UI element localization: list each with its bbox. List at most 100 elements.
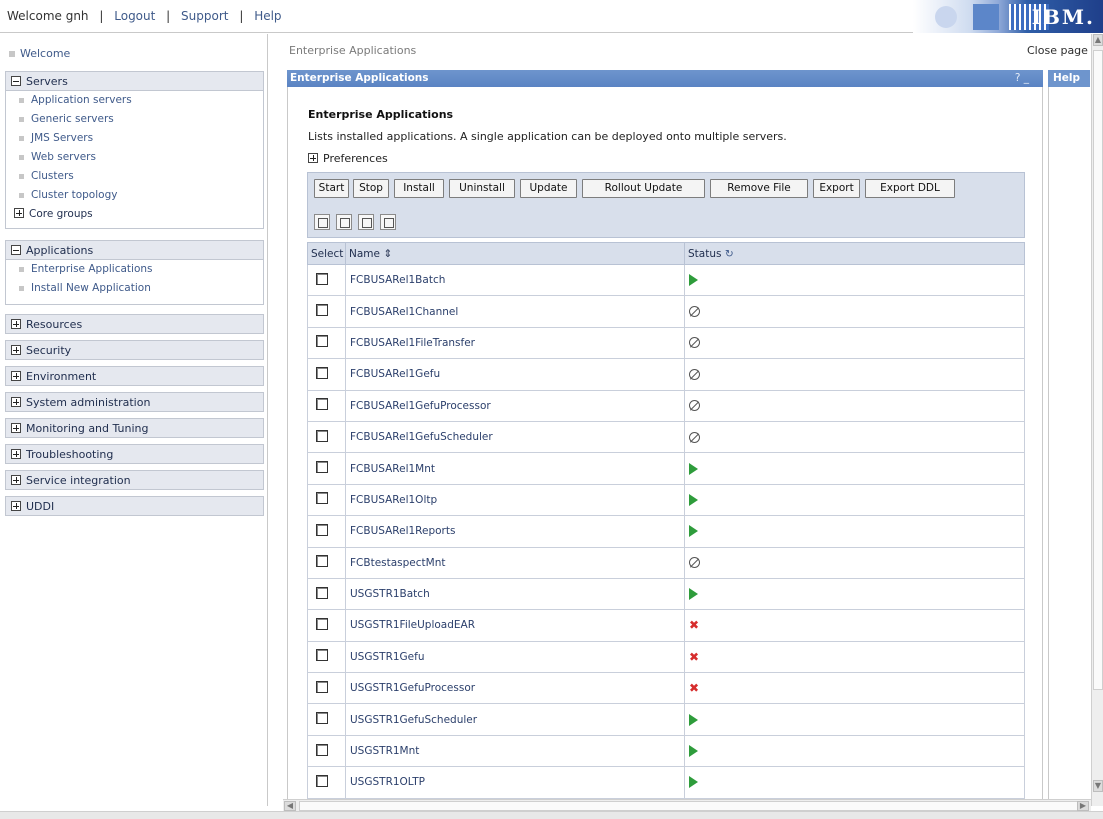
status-cell [684, 703, 1025, 736]
uninstall-button[interactable]: Uninstall [449, 179, 515, 198]
scroll-thumb[interactable] [1093, 50, 1103, 690]
nav-group-environment[interactable]: Environment [5, 366, 264, 386]
export-ddl-button[interactable]: Export DDL [865, 179, 955, 198]
row-checkbox[interactable] [316, 680, 328, 693]
application-name-link[interactable]: FCBUSARel1GefuProcessor [345, 389, 685, 422]
row-checkbox[interactable] [316, 335, 328, 348]
nav-item-clusters[interactable]: Clusters [6, 167, 263, 186]
stop-button[interactable]: Stop [353, 179, 389, 198]
nav-item-core-groups[interactable]: Core groups [6, 205, 263, 224]
row-checkbox[interactable] [316, 774, 328, 787]
name-column-header[interactable]: Name ⇕ [345, 242, 685, 265]
select-column-header: Select [307, 242, 346, 265]
table-header-row: Select Name ⇕ Status ↻ [307, 242, 1025, 265]
close-page-link[interactable]: Close page [1027, 44, 1088, 57]
application-name-link[interactable]: FCBtestaspectMnt [345, 546, 685, 579]
nav-group-security[interactable]: Security [5, 340, 264, 360]
scroll-left-icon[interactable]: ◀ [284, 801, 296, 811]
expand-icon [11, 475, 21, 485]
application-name-link[interactable]: USGSTR1FileUploadEAR [345, 609, 685, 642]
application-name-link[interactable]: FCBUSARel1FileTransfer [345, 326, 685, 360]
row-checkbox[interactable] [316, 743, 328, 756]
application-name-link[interactable]: USGSTR1OLTP [345, 766, 685, 799]
nav-group-applications[interactable]: Applications [5, 240, 264, 260]
nav-item-cluster-topology[interactable]: Cluster topology [6, 186, 263, 205]
nav-welcome[interactable]: Welcome [9, 47, 70, 60]
portlet-controls[interactable]: ? _ [1015, 72, 1029, 84]
nav-group-service-integration[interactable]: Service integration [5, 470, 264, 490]
horizontal-scrollbar[interactable]: ◀ ▶ [283, 799, 1091, 811]
nav-item-jms-servers[interactable]: JMS Servers [6, 129, 263, 148]
select-all-icon[interactable] [314, 214, 330, 230]
scroll-right-icon[interactable]: ▶ [1077, 801, 1089, 811]
error-status-icon: ✖ [689, 649, 700, 664]
application-name-link[interactable]: USGSTR1GefuProcessor [345, 672, 685, 705]
row-checkbox[interactable] [316, 586, 328, 599]
nav-item-web-servers[interactable]: Web servers [6, 148, 263, 167]
application-name-link[interactable]: FCBUSARel1Reports [345, 515, 685, 548]
row-checkbox[interactable] [316, 649, 328, 662]
nav-group-servers[interactable]: Servers [5, 71, 264, 91]
export-button[interactable]: Export [813, 179, 860, 198]
help-link[interactable]: Help [254, 9, 281, 23]
row-checkbox[interactable] [316, 712, 328, 725]
remove-file-button[interactable]: Remove File [710, 179, 808, 198]
table-row: USGSTR1Gefu ✖ [307, 640, 1025, 674]
scroll-up-icon[interactable]: ▲ [1093, 34, 1103, 46]
application-name-link[interactable]: FCBUSARel1GefuScheduler [345, 420, 685, 454]
logout-link[interactable]: Logout [114, 9, 155, 23]
status-cell [684, 483, 1025, 517]
nav-item-generic-servers[interactable]: Generic servers [6, 110, 263, 129]
deselect-all-icon[interactable] [336, 214, 352, 230]
application-name-link[interactable]: FCBUSARel1Oltp [345, 483, 685, 517]
install-button[interactable]: Install [394, 179, 444, 198]
show-filter-icon[interactable] [358, 214, 374, 230]
application-name-link[interactable]: FCBUSARel1Batch [345, 263, 685, 297]
nav-group-monitoring-and-tuning[interactable]: Monitoring and Tuning [5, 418, 264, 438]
row-checkbox[interactable] [316, 366, 328, 379]
nav-item-enterprise-applications[interactable]: Enterprise Applications [6, 260, 263, 279]
bullet-icon [19, 154, 24, 160]
row-checkbox[interactable] [316, 272, 328, 285]
select-cell [307, 295, 346, 328]
portlet-title-bar: Enterprise Applications ? _ [287, 70, 1043, 87]
application-name-link[interactable]: USGSTR1Batch [345, 577, 685, 611]
select-cell [307, 263, 346, 297]
running-status-icon [689, 776, 698, 789]
application-name-link[interactable]: FCBUSARel1Channel [345, 295, 685, 328]
nav-group-uddi[interactable]: UDDI [5, 496, 264, 516]
nav-group-system-administration[interactable]: System administration [5, 392, 264, 412]
update-button[interactable]: Update [520, 179, 577, 198]
row-checkbox[interactable] [316, 523, 328, 536]
scroll-thumb[interactable] [299, 801, 1079, 811]
application-name-link[interactable]: FCBUSARel1Gefu [345, 358, 685, 391]
sort-icon[interactable]: ⇕ [383, 248, 392, 260]
row-checkbox[interactable] [316, 617, 328, 630]
application-name-link[interactable]: USGSTR1Mnt [345, 734, 685, 768]
application-name-link[interactable]: FCBUSARel1Mnt [345, 452, 685, 485]
row-checkbox[interactable] [316, 461, 328, 474]
row-checkbox[interactable] [316, 398, 328, 411]
clear-filter-icon[interactable] [380, 214, 396, 230]
row-checkbox[interactable] [316, 492, 328, 505]
nav-group-troubleshooting[interactable]: Troubleshooting [5, 444, 264, 464]
row-checkbox[interactable] [316, 555, 328, 568]
preferences-toggle[interactable]: Preferences [308, 152, 388, 165]
nav-item-application-servers[interactable]: Application servers [6, 91, 263, 110]
rollout-update-button[interactable]: Rollout Update [582, 179, 705, 198]
start-button[interactable]: Start [314, 179, 349, 198]
applications-table: Select Name ⇕ Status ↻ FCBUSARel1Batch FC… [307, 242, 1025, 799]
application-name-link[interactable]: USGSTR1GefuScheduler [345, 703, 685, 736]
nav-item-install-new-application[interactable]: Install New Application [6, 279, 263, 298]
nav-group-label: Resources [26, 318, 83, 331]
application-name-link[interactable]: USGSTR1Gefu [345, 640, 685, 674]
vertical-scrollbar[interactable]: ▲ ▼ [1091, 34, 1103, 806]
refresh-icon[interactable]: ↻ [725, 248, 734, 260]
support-link[interactable]: Support [181, 9, 228, 23]
nav-group-resources[interactable]: Resources [5, 314, 264, 334]
row-checkbox[interactable] [316, 429, 328, 442]
scroll-down-icon[interactable]: ▼ [1093, 780, 1103, 792]
row-checkbox[interactable] [316, 304, 328, 317]
page-title: Enterprise Applications [308, 108, 454, 121]
nav-item-label: JMS Servers [31, 132, 94, 144]
